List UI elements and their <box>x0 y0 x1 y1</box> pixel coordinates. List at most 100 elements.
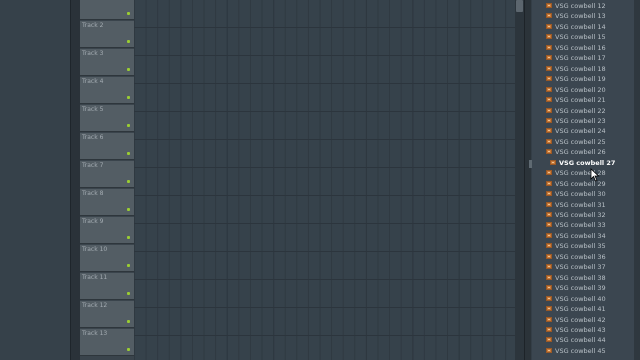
file-label: VSG cowbell 34 <box>555 231 606 240</box>
audio-file-icon <box>546 170 552 176</box>
track-status-led[interactable] <box>127 236 130 239</box>
file-label: VSG cowbell 25 <box>555 137 606 146</box>
track-status-led[interactable] <box>127 96 130 99</box>
track-status-led[interactable] <box>127 12 130 15</box>
file-label: VSG cowbell 33 <box>555 221 606 230</box>
file-label: VSG cowbell 21 <box>555 96 606 105</box>
file-label: VSG cowbell 12 <box>555 2 606 10</box>
audio-file-icon <box>546 34 552 40</box>
audio-file-icon <box>546 347 552 353</box>
track-status-led[interactable] <box>127 208 130 211</box>
audio-file-icon <box>546 201 552 207</box>
track-label: Track 3 <box>82 50 104 57</box>
file-label: VSG cowbell 45 <box>555 346 606 355</box>
audio-file-icon <box>546 316 552 322</box>
track-status-led[interactable] <box>127 348 130 351</box>
audio-file-icon <box>546 3 552 8</box>
audio-file-icon <box>546 285 552 291</box>
track-header[interactable]: Track 12 <box>80 301 134 328</box>
audio-file-icon <box>546 117 552 123</box>
track-header[interactable]: Track 6 <box>80 133 134 160</box>
file-label: VSG cowbell 24 <box>555 127 606 136</box>
track-header[interactable]: Track 3 <box>80 49 134 76</box>
audio-file-icon <box>546 232 552 238</box>
track-header[interactable]: Track 5 <box>80 105 134 132</box>
audio-file-icon <box>546 222 552 228</box>
file-label: VSG cowbell 15 <box>555 33 606 42</box>
track-header[interactable]: Track 9 <box>80 217 134 244</box>
audio-file-icon <box>546 86 552 92</box>
file-label: VSG cowbell 44 <box>555 336 606 345</box>
track-label: Track 2 <box>82 22 104 29</box>
audio-file-icon <box>546 264 552 270</box>
audio-file-icon <box>546 191 552 197</box>
audio-file-icon <box>546 295 552 301</box>
audio-file-icon <box>546 180 552 186</box>
track-label: Track 5 <box>82 106 104 113</box>
mouse-cursor-icon <box>590 168 600 182</box>
track-header[interactable]: Track 10 <box>80 245 134 272</box>
audio-file-icon <box>546 138 552 144</box>
track-status-led[interactable] <box>127 68 130 71</box>
file-label: VSG cowbell 18 <box>555 64 606 73</box>
track-status-led[interactable] <box>127 320 130 323</box>
audio-file-icon <box>546 243 552 249</box>
file-label: VSG cowbell 22 <box>555 106 606 115</box>
audio-file-icon <box>546 306 552 312</box>
audio-file-icon <box>546 107 552 113</box>
track-label: Track 4 <box>82 78 104 85</box>
track-status-led[interactable] <box>127 292 130 295</box>
file-label: VSG cowbell 39 <box>555 284 606 293</box>
track-header[interactable]: Track 7 <box>80 161 134 188</box>
audio-file-icon <box>546 65 552 71</box>
file-label: VSG cowbell 20 <box>555 85 606 94</box>
audio-file-icon <box>546 212 552 217</box>
track-label: Track 7 <box>82 162 104 169</box>
file-label: VSG cowbell 38 <box>555 273 606 282</box>
file-label: VSG cowbell 17 <box>555 54 606 63</box>
audio-file-icon <box>546 44 552 50</box>
browser-scrollbar[interactable] <box>634 0 640 360</box>
file-label: VSG cowbell 13 <box>555 12 606 21</box>
audio-file-icon <box>546 128 552 134</box>
track-label: Track 12 <box>82 302 108 309</box>
track-label: Track 10 <box>82 246 108 253</box>
track-header[interactable]: Track 13 <box>80 329 134 356</box>
file-label: VSG cowbell 42 <box>555 315 606 324</box>
file-label: VSG cowbell 27 <box>559 158 616 167</box>
track-status-led[interactable] <box>127 152 130 155</box>
track-header[interactable]: Track 11 <box>80 273 134 300</box>
playlist-grid[interactable] <box>134 0 515 360</box>
track-label: Track 1 <box>82 0 103 1</box>
track-header[interactable]: Track 4 <box>80 77 134 104</box>
track-status-led[interactable] <box>127 40 130 43</box>
audio-file-icon <box>546 76 552 82</box>
audio-file-icon <box>546 253 552 259</box>
file-browser: VSG cowbell 12 VSG cowbell 13 VSG cowbell … <box>532 0 640 360</box>
audio-file-icon <box>546 13 552 19</box>
file-label: VSG cowbell 31 <box>555 200 606 209</box>
left-panel <box>0 0 72 360</box>
track-status-led[interactable] <box>127 124 130 127</box>
file-label: VSG cowbell 16 <box>555 43 606 52</box>
file-label: VSG cowbell 41 <box>555 305 606 314</box>
scrollbar-thumb[interactable] <box>516 0 523 12</box>
file-label: VSG cowbell 43 <box>555 325 606 334</box>
track-header[interactable]: Track 2 <box>80 21 134 48</box>
file-label: VSG cowbell 19 <box>555 75 606 84</box>
file-label: VSG cowbell 32 <box>555 211 606 219</box>
track-label: Track 6 <box>82 134 104 141</box>
panel-divider[interactable] <box>524 0 531 360</box>
track-label: Track 11 <box>82 274 108 281</box>
audio-file-icon <box>550 159 556 165</box>
file-label: VSG cowbell 40 <box>555 294 606 303</box>
audio-file-icon <box>546 337 552 343</box>
track-header[interactable]: Track 1 <box>80 0 134 20</box>
file-label: VSG cowbell 37 <box>555 263 606 272</box>
track-header-column: Track 1 Track 2 Track 3 Track 4 Track 5 Track… <box>80 0 134 360</box>
audio-file-icon <box>546 326 552 332</box>
playlist-vertical-scrollbar[interactable] <box>515 0 524 360</box>
track-status-led[interactable] <box>127 180 130 183</box>
track-header[interactable]: Track 8 <box>80 189 134 216</box>
track-status-led[interactable] <box>127 264 130 267</box>
